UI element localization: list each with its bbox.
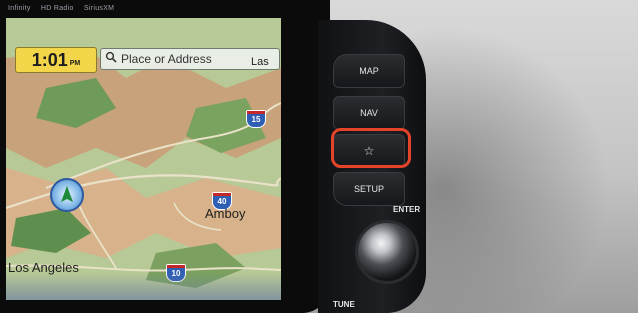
car-arrow-icon bbox=[61, 186, 73, 202]
map-label-amboy: Amboy bbox=[205, 206, 246, 221]
nav-button[interactable]: NAV bbox=[333, 96, 405, 130]
brand-hd-radio: HD Radio bbox=[40, 5, 74, 12]
route-40-label: 40 bbox=[217, 196, 227, 206]
search-placeholder: Place or Address bbox=[121, 52, 212, 66]
brand-infinity: Infinity bbox=[8, 5, 31, 12]
screen-glare bbox=[6, 273, 281, 300]
tune-label: TUNE bbox=[333, 300, 355, 309]
enter-label: ENTER bbox=[393, 205, 421, 214]
route-15-label: 15 bbox=[251, 114, 261, 124]
clock-ampm: PM bbox=[69, 59, 81, 67]
clock-display: 1:01 PM bbox=[15, 47, 97, 73]
search-icon bbox=[105, 50, 117, 68]
clock-time: 1:01 bbox=[31, 49, 68, 70]
setup-button[interactable]: SETUP bbox=[333, 172, 405, 206]
map-label-las: Las bbox=[251, 56, 269, 68]
tune-enter-knob[interactable] bbox=[355, 220, 419, 284]
current-location-marker bbox=[50, 178, 84, 212]
navigation-screen[interactable]: 1:01 PM Place or Address Las 15 40 10 Am… bbox=[6, 18, 281, 300]
brand-strip: Infinity HD Radio SiriusXM bbox=[8, 2, 308, 16]
brand-siriusxm: SiriusXM bbox=[83, 5, 115, 12]
favorite-button-highlight bbox=[331, 128, 411, 168]
map-button[interactable]: MAP bbox=[333, 54, 405, 88]
route-15-shield: 15 bbox=[246, 110, 266, 128]
